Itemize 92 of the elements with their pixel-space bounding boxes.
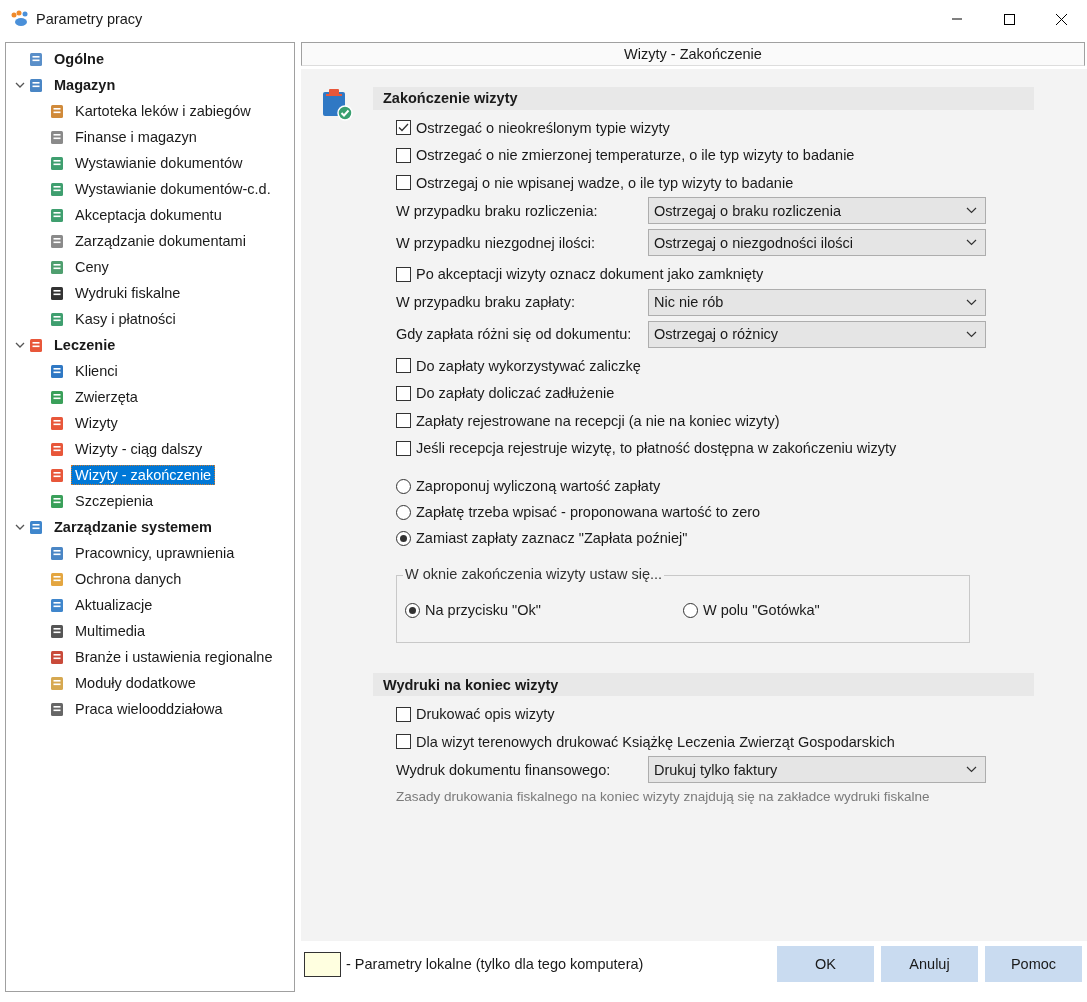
- chevron-icon[interactable]: [15, 340, 25, 350]
- tree-item[interactable]: Wystawianie dokumentów: [71, 153, 247, 173]
- tree-item[interactable]: Praca wielooddziałowa: [71, 699, 227, 719]
- dropdown[interactable]: Drukuj tylko faktury: [648, 756, 986, 784]
- checkbox[interactable]: [396, 266, 411, 282]
- dialog-button[interactable]: Anuluj: [881, 946, 978, 983]
- tree-item[interactable]: Ogólne: [50, 49, 108, 69]
- radio-button[interactable]: [405, 602, 420, 618]
- checkbox-label[interactable]: Ostrzegać o nie zmierzonej temperaturze, o ile typ wizyty to badanie: [416, 147, 855, 164]
- tree-item[interactable]: Kasy i płatności: [71, 309, 180, 329]
- dialog-button[interactable]: OK: [777, 946, 874, 983]
- tree-item[interactable]: Finanse i magazyn: [71, 127, 201, 147]
- checkbox[interactable]: [396, 706, 411, 722]
- checkbox-label[interactable]: Do zapłaty wykorzystywać zaliczkę: [416, 357, 641, 374]
- dropdown[interactable]: Ostrzegaj o niezgodności ilości: [648, 229, 986, 257]
- field-label: W przypadku braku rozliczenia:: [396, 202, 599, 219]
- section-header: Wydruki na koniec wizyty: [373, 673, 1034, 697]
- tree-item[interactable]: Ochrona danych: [71, 569, 186, 589]
- document-icon: [49, 129, 65, 145]
- checkbox[interactable]: [396, 413, 411, 429]
- radio-button[interactable]: [396, 504, 411, 520]
- checkbox[interactable]: [396, 175, 411, 191]
- tree-item[interactable]: Klienci: [71, 361, 122, 381]
- chevron-icon[interactable]: [15, 522, 25, 532]
- checkbox-label[interactable]: Ostrzegaj o nie wpisanej wadze, o ile typ wizyty to badanie: [416, 174, 794, 191]
- tree-item[interactable]: Akceptacja dokumentu: [71, 205, 226, 225]
- field-label: W przypadku niezgodnej ilości:: [396, 234, 597, 251]
- tree-item[interactable]: Wydruki fiskalne: [71, 283, 185, 303]
- radio-label[interactable]: W polu "Gotówka": [703, 602, 820, 619]
- local-parameter-swatch: [304, 951, 341, 977]
- dropdown-caret-icon: [966, 207, 977, 215]
- tree-item[interactable]: Multimedia: [71, 621, 150, 641]
- tree-item[interactable]: Leczenie: [50, 335, 120, 355]
- tree-item[interactable]: Szczepienia: [71, 491, 158, 511]
- checkbox-label[interactable]: Zapłaty rejestrowane na recepcji (a nie na koniec wizyty): [416, 412, 780, 429]
- checkbox[interactable]: [396, 120, 411, 136]
- radio-label[interactable]: Zamiast zapłaty zaznacz "Zapłata poźniej": [416, 530, 688, 547]
- dropdown-caret-icon: [966, 330, 977, 338]
- checkbox-label[interactable]: Jeśli recepcja rejestruje wizytę, to płatność dostępna w zakończeniu wizyty: [416, 440, 897, 457]
- dropdown[interactable]: Nic nie rób: [648, 288, 986, 316]
- field-label: W przypadku braku zapłaty:: [396, 294, 576, 311]
- checkbox-label[interactable]: Drukować opis wizyty: [416, 706, 555, 723]
- radio-button[interactable]: [396, 530, 411, 546]
- checkbox[interactable]: [396, 147, 411, 163]
- tree-item[interactable]: Wizyty: [71, 413, 122, 433]
- radio-button[interactable]: [683, 602, 698, 618]
- radio-label[interactable]: Zaproponuj wyliczoną wartość zapłaty: [416, 478, 661, 495]
- tree-item[interactable]: Wizyty - ciąg dalszy: [71, 439, 207, 459]
- document-icon: [49, 233, 65, 249]
- hint-text: Zasady drukowania fiskalnego na koniec wizyty znajdują się na zakładce wydruki fiskalne: [396, 789, 931, 805]
- checkbox[interactable]: [396, 385, 411, 401]
- dropdown-caret-icon: [966, 766, 977, 774]
- radio-label[interactable]: Zapłatę trzeba wpisać - proponowana wartość to zero: [416, 504, 761, 521]
- maximize-icon: [1003, 13, 1015, 25]
- checkbox[interactable]: [396, 440, 411, 456]
- tree-item[interactable]: Ceny: [71, 257, 113, 277]
- tree-item[interactable]: Pracownicy, uprawnienia: [71, 543, 239, 563]
- tree-item[interactable]: Branże i ustawienia regionalne: [71, 647, 277, 667]
- window-title: Parametry pracy: [36, 11, 143, 27]
- field-label: Wydruk dokumentu finansowego:: [396, 761, 612, 778]
- clipboard-check-icon: [321, 86, 353, 121]
- checkbox-label[interactable]: Do zapłaty doliczać zadłużenie: [416, 385, 615, 402]
- page-title: Wizyty - Zakończenie: [301, 42, 1085, 66]
- tree-item[interactable]: Magazyn: [50, 75, 120, 95]
- dropdown-caret-icon: [966, 298, 977, 306]
- dialog-button[interactable]: Pomoc: [985, 946, 1082, 983]
- tree-item[interactable]: Kartoteka leków i zabiegów: [71, 101, 255, 121]
- field-label: Gdy zapłata różni się od dokumentu:: [396, 326, 633, 343]
- tree-item[interactable]: Moduły dodatkowe: [71, 673, 200, 693]
- checkbox-label[interactable]: Po akceptacji wizyty oznacz dokument jako zamknięty: [416, 266, 764, 283]
- dropdown-caret-icon: [966, 239, 977, 247]
- dropdown[interactable]: Ostrzegaj o różnicy: [648, 320, 986, 348]
- radio-button[interactable]: [396, 478, 411, 494]
- chevron-icon[interactable]: [15, 80, 25, 90]
- tree-item[interactable]: Aktualizacje: [71, 595, 157, 615]
- tree-item[interactable]: Zarządzanie dokumentami: [71, 231, 250, 251]
- close-icon: [1055, 13, 1067, 25]
- legend-text: - Parametry lokalne (tylko dla tego komputera): [346, 956, 644, 973]
- checkbox-label[interactable]: Dla wizyt terenowych drukować Książkę Leczenia Zwierząt Gospodarskich: [416, 733, 895, 750]
- paw-logo-icon: [10, 10, 30, 28]
- checkbox[interactable]: [396, 734, 411, 750]
- checkbox-label[interactable]: Ostrzegać o nieokreślonym typie wizyty: [416, 119, 670, 136]
- dropdown[interactable]: Ostrzegaj o braku rozliczenia: [648, 197, 986, 225]
- tree-item[interactable]: Zwierzęta: [71, 387, 142, 407]
- checkbox[interactable]: [396, 358, 411, 374]
- tree-item[interactable]: Wystawianie dokumentów-c.d.: [71, 179, 275, 199]
- group-title: W oknie zakończenia wizyty ustaw się...: [403, 566, 665, 583]
- tree-item[interactable]: Wizyty - zakończenie: [71, 465, 216, 485]
- radio-label[interactable]: Na przycisku "Ok": [425, 602, 541, 619]
- section-header: Zakończenie wizyty: [373, 86, 1034, 110]
- document-icon: [28, 77, 44, 93]
- tree-item[interactable]: Zarządzanie systemem: [50, 517, 216, 537]
